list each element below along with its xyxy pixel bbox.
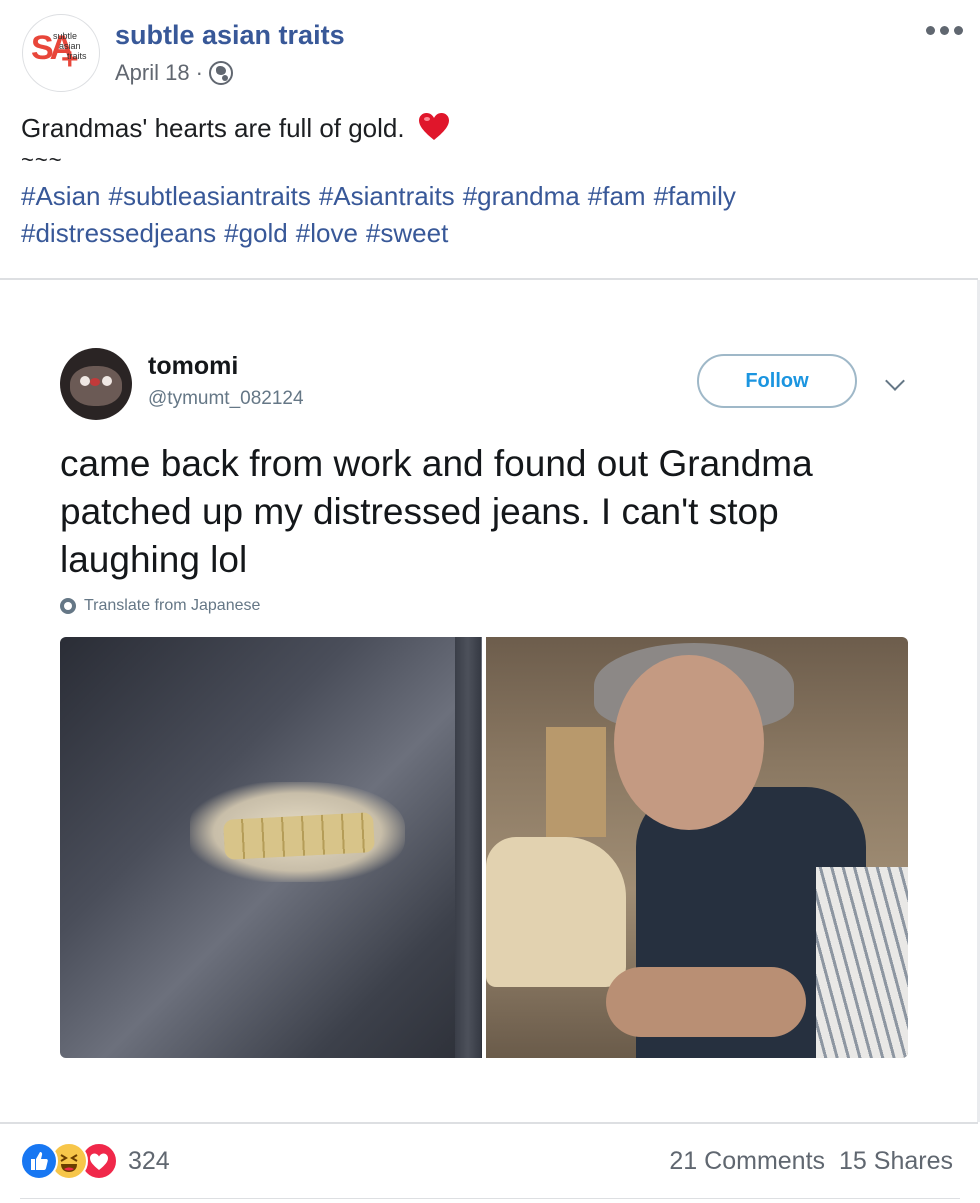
hashtags-line-1: #Asian #subtleasiantraits #Asiantraits #gra… [21, 178, 961, 215]
heart-icon [418, 113, 449, 140]
tweet-avatar [60, 348, 132, 420]
post-message: Grandmas' hearts are full of gold. ~~~ #… [21, 110, 961, 252]
hashtag-link[interactable]: #distressedjeans [21, 218, 216, 248]
translate-globe-icon [60, 598, 76, 614]
chevron-down-icon [885, 371, 905, 391]
divider [20, 1198, 960, 1199]
like-icon [20, 1142, 58, 1180]
avatar-logo-line2: asian [59, 41, 81, 51]
post-footer: 324 21 Comments 15 Shares [0, 1124, 980, 1203]
page-avatar[interactable]: SA + subtle asian traits [22, 14, 100, 92]
photo-hands [606, 967, 806, 1037]
post-header: SA + subtle asian traits subtle asian tr… [0, 0, 980, 110]
hashtag-link[interactable]: #sweet [366, 218, 448, 248]
translate-label: Translate from Japanese [84, 597, 261, 614]
globe-icon[interactable] [208, 61, 233, 85]
post-image[interactable]: tomomi @tymumt_082124 Follow came back f… [0, 280, 978, 1122]
tweet-author-name: tomomi [148, 352, 239, 380]
avatar-logo-line3: traits [67, 51, 87, 61]
reaction-count: 324 [128, 1146, 170, 1175]
patch-gold [223, 812, 375, 860]
photo-shelf [546, 727, 606, 837]
message-line: Grandmas' hearts are full of gold. [21, 110, 961, 147]
jeans-photo [60, 637, 482, 1058]
gold-patch [190, 782, 405, 882]
hashtag-link[interactable]: #gold [224, 218, 288, 248]
photo-blanket [486, 837, 626, 987]
tilde-line: ~~~ [21, 147, 63, 172]
message-text: Grandmas' hearts are full of gold. [21, 113, 405, 143]
hashtags-line-2: #distressedjeans #gold #love #sweet [21, 215, 961, 252]
avatar-eye [80, 376, 90, 386]
more-dot [940, 26, 949, 35]
photo-sleeve [816, 867, 908, 1058]
avatar-mouth [90, 378, 100, 386]
engagement-counts: 21 Comments 15 Shares [669, 1147, 953, 1176]
photo-face [614, 655, 764, 830]
page-name-link[interactable]: subtle asian traits [115, 20, 345, 51]
avatar-face [70, 366, 122, 406]
more-options-icon[interactable] [926, 26, 966, 38]
hashtag-link[interactable]: #grandma [463, 181, 580, 211]
post-date[interactable]: April 18 [115, 60, 190, 86]
hashtag-link[interactable]: #Asian [21, 181, 101, 211]
comments-link[interactable]: 21 Comments [669, 1147, 825, 1176]
shares-link[interactable]: 15 Shares [839, 1147, 953, 1176]
hashtag-link[interactable]: #Asiantraits [319, 181, 455, 211]
tweet-author-handle: @tymumt_082124 [148, 388, 304, 409]
tweet-photos [60, 637, 908, 1058]
hashtag-link[interactable]: #subtleasiantraits [109, 181, 311, 211]
hashtag-link[interactable]: #love [296, 218, 358, 248]
tweet-follow-button: Follow [697, 354, 857, 408]
hashtag-link[interactable]: #fam [588, 181, 646, 211]
hashtag-link[interactable]: #family [654, 181, 736, 211]
translate-row: Translate from Japanese [60, 597, 260, 615]
more-dot [954, 26, 963, 35]
jeans-seam [455, 637, 481, 1058]
avatar-eye [102, 376, 112, 386]
avatar-logo-line1: subtle [53, 31, 78, 41]
more-dot [926, 26, 935, 35]
tweet-text: came back from work and found out Grandm… [60, 443, 813, 580]
post-meta: April 18 · [115, 60, 233, 86]
meta-separator: · [195, 60, 203, 85]
reactions-summary[interactable]: 324 [20, 1141, 170, 1181]
grandma-photo [486, 637, 908, 1058]
